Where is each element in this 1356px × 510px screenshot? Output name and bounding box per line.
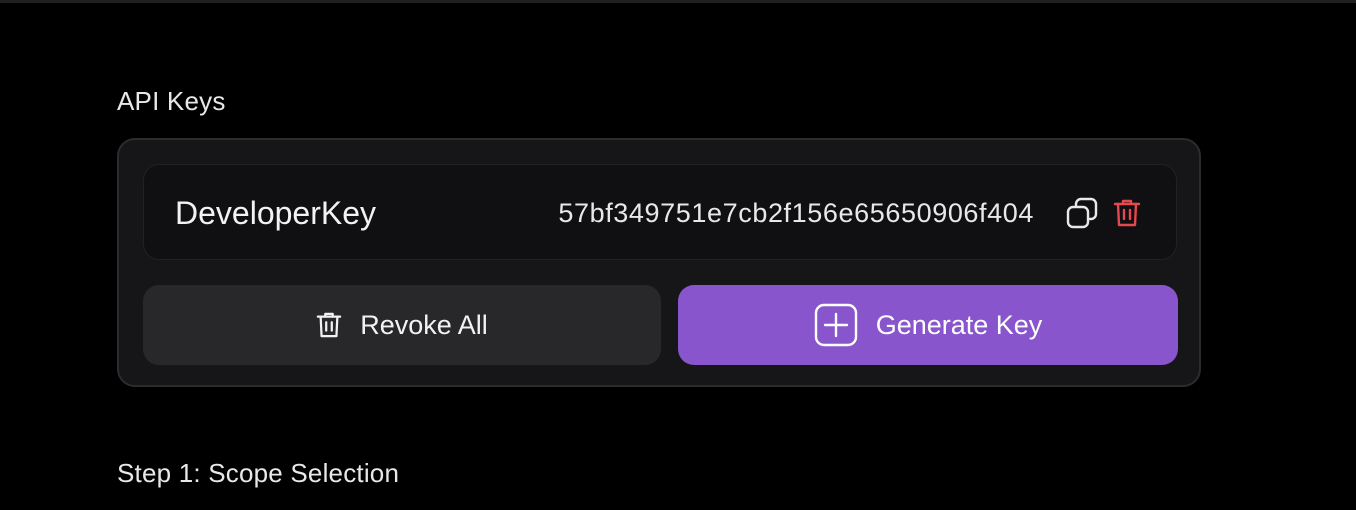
top-divider bbox=[0, 0, 1356, 3]
revoke-all-button[interactable]: Revoke All bbox=[143, 285, 661, 365]
copy-key-button[interactable] bbox=[1064, 195, 1100, 231]
api-keys-panel: DeveloperKey 57bf349751e7cb2f156e6565090… bbox=[117, 138, 1201, 387]
api-key-value[interactable]: 57bf349751e7cb2f156e65650906f404 bbox=[558, 198, 1034, 229]
revoke-all-label: Revoke All bbox=[360, 309, 488, 340]
trash-icon bbox=[316, 312, 342, 338]
plus-square-icon bbox=[814, 303, 857, 347]
trash-icon bbox=[1113, 199, 1141, 227]
api-key-row: DeveloperKey 57bf349751e7cb2f156e6565090… bbox=[143, 164, 1177, 260]
delete-key-button[interactable] bbox=[1109, 195, 1145, 231]
section-title-api-keys: API Keys bbox=[117, 86, 226, 116]
copy-icon bbox=[1066, 197, 1098, 229]
section-title-step-1: Step 1: Scope Selection bbox=[117, 458, 400, 488]
generate-key-button[interactable]: Generate Key bbox=[678, 285, 1178, 365]
generate-key-label: Generate Key bbox=[875, 309, 1043, 340]
api-key-name: DeveloperKey bbox=[175, 195, 376, 231]
